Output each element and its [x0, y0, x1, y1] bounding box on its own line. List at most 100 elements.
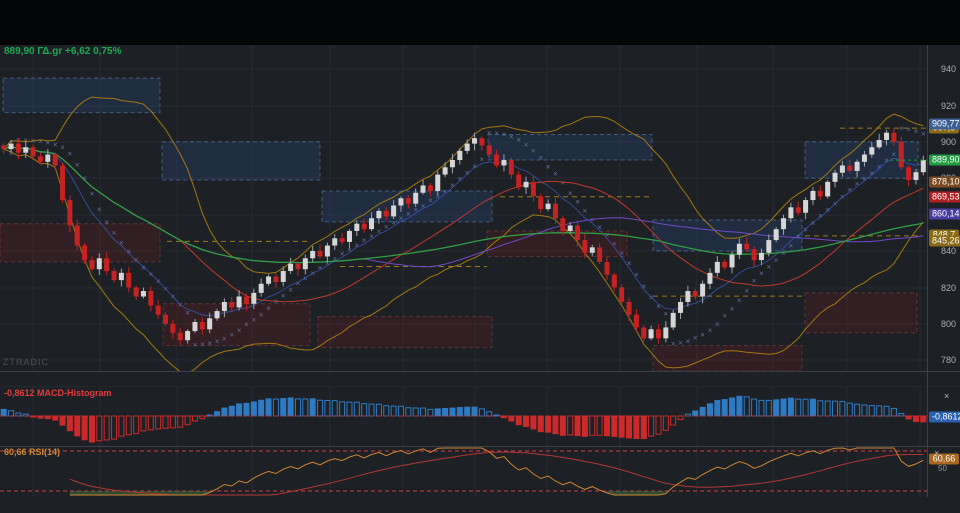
divider-main-time	[0, 371, 960, 372]
svg-text:×: ×	[97, 205, 102, 214]
macd-axis-marker-icon[interactable]: ×	[944, 391, 949, 401]
divider-macd-rsi	[0, 446, 960, 447]
macd-value-badge: -0,8612	[929, 411, 960, 423]
price-axis-label: 800	[940, 319, 956, 329]
macd-indicator-label[interactable]: -0,8612 MACD-Histogram	[4, 388, 112, 398]
svg-text:×: ×	[524, 141, 529, 150]
price-badge: 860,14	[929, 208, 960, 220]
svg-text:×: ×	[538, 154, 543, 163]
price-axis-label: 920	[940, 101, 956, 111]
svg-text:×: ×	[516, 136, 521, 145]
svg-text:×: ×	[45, 138, 50, 147]
time-axis[interactable]: Ιουν 620Ιουλ 418Αυγ1629Σεπ 1226Οκτ 1024Ν…	[0, 371, 927, 386]
svg-text:×: ×	[531, 147, 536, 156]
price-axis-label: 820	[940, 283, 956, 293]
svg-text:×: ×	[281, 291, 286, 300]
rsi-panel-canvas[interactable]	[0, 446, 960, 497]
svg-text:×: ×	[671, 339, 676, 348]
svg-text:×: ×	[244, 320, 249, 329]
price-axis-label: 940	[940, 64, 956, 74]
svg-text:×: ×	[627, 259, 632, 268]
svg-text:×: ×	[546, 162, 551, 171]
svg-text:×: ×	[112, 229, 117, 238]
price-badge: 869,53	[929, 191, 960, 203]
rsi-axis-marker-icon[interactable]: ×	[934, 448, 939, 458]
svg-text:×: ×	[715, 320, 720, 329]
svg-text:×: ×	[789, 241, 794, 250]
svg-text:×: ×	[649, 293, 654, 302]
svg-text:×: ×	[752, 277, 757, 286]
rsi-mid-axis-label: 50	[938, 464, 947, 473]
svg-text:×: ×	[60, 143, 65, 152]
rsi-line	[69, 447, 924, 496]
price-axis-border	[927, 45, 928, 497]
svg-text:×: ×	[494, 129, 499, 138]
price-axis-label: 780	[940, 355, 956, 365]
svg-text:×: ×	[553, 170, 558, 179]
divider-time-macd	[0, 386, 960, 387]
trading-chart-app: × × × × × × × × × × × × × × × × × × × × × × × × × × × × × × × × × × × × × × × ×…	[0, 0, 960, 513]
price-badge: 909,77	[929, 118, 960, 130]
price-badge: 889,90	[929, 154, 960, 166]
svg-text:×: ×	[332, 255, 337, 264]
price-axis-label: 840	[940, 246, 956, 256]
rsi-indicator-label[interactable]: 60,66 RSI(14)	[4, 447, 60, 457]
svg-text:×: ×	[288, 285, 293, 294]
signal-boxes	[0, 77, 919, 371]
svg-text:×: ×	[222, 334, 227, 343]
svg-text:×: ×	[193, 340, 198, 349]
svg-text:×: ×	[296, 279, 301, 288]
svg-text:×: ×	[251, 315, 256, 324]
svg-text:×: ×	[215, 337, 220, 346]
svg-text:×: ×	[509, 132, 514, 141]
svg-text:×: ×	[583, 206, 588, 215]
svg-text:×: ×	[502, 130, 507, 139]
macd-histogram-bars	[0, 395, 927, 443]
svg-text:×: ×	[781, 249, 786, 258]
svg-text:×: ×	[200, 340, 205, 349]
svg-text:×: ×	[693, 333, 698, 342]
svg-text:×: ×	[774, 256, 779, 265]
symbol-quote-label: 889,90 ΓΔ.gr +6,62 0,75%	[4, 46, 122, 57]
svg-text:×: ×	[906, 125, 911, 134]
svg-text:×: ×	[737, 296, 742, 305]
svg-text:×: ×	[104, 218, 109, 227]
svg-text:×: ×	[38, 137, 43, 146]
svg-text:×: ×	[899, 124, 904, 133]
svg-text:×: ×	[825, 206, 830, 215]
svg-text:×: ×	[568, 189, 573, 198]
svg-text:×: ×	[237, 326, 242, 335]
svg-text:×: ×	[487, 128, 492, 137]
svg-text:×: ×	[921, 129, 926, 138]
svg-text:×: ×	[229, 330, 234, 339]
price-badge: 845,26	[929, 235, 960, 247]
svg-text:×: ×	[708, 326, 713, 335]
svg-text:×: ×	[53, 140, 58, 149]
svg-text:×: ×	[686, 337, 691, 346]
svg-text:×: ×	[730, 304, 735, 313]
svg-text:×: ×	[678, 339, 683, 348]
svg-text:×: ×	[377, 227, 382, 236]
svg-text:×: ×	[744, 286, 749, 295]
svg-text:×: ×	[663, 309, 668, 318]
svg-text:×: ×	[90, 190, 95, 199]
main-chart-canvas[interactable]: ×× × × × × ××××××××××××××××××× × × × × ×××××××××××…	[0, 0, 960, 371]
svg-text:×: ×	[722, 312, 727, 321]
price-axis-label: 900	[940, 137, 956, 147]
svg-text:×: ×	[560, 179, 565, 188]
svg-text:×: ×	[759, 269, 764, 278]
svg-text:×: ×	[68, 150, 73, 159]
svg-text:×: ×	[207, 339, 212, 348]
svg-text:×: ×	[318, 264, 323, 273]
svg-text:×: ×	[914, 127, 919, 136]
svg-text:×: ×	[266, 304, 271, 313]
svg-text:×: ×	[575, 197, 580, 206]
svg-text:×: ×	[892, 150, 897, 159]
svg-text:×: ×	[259, 310, 264, 319]
price-badge: 878,10	[929, 176, 960, 188]
svg-text:×: ×	[75, 160, 80, 169]
svg-text:×: ×	[766, 262, 771, 271]
svg-text:×: ×	[700, 330, 705, 339]
platform-watermark: ZTRADIC	[3, 357, 49, 367]
macd-panel-canvas[interactable]	[0, 386, 960, 446]
